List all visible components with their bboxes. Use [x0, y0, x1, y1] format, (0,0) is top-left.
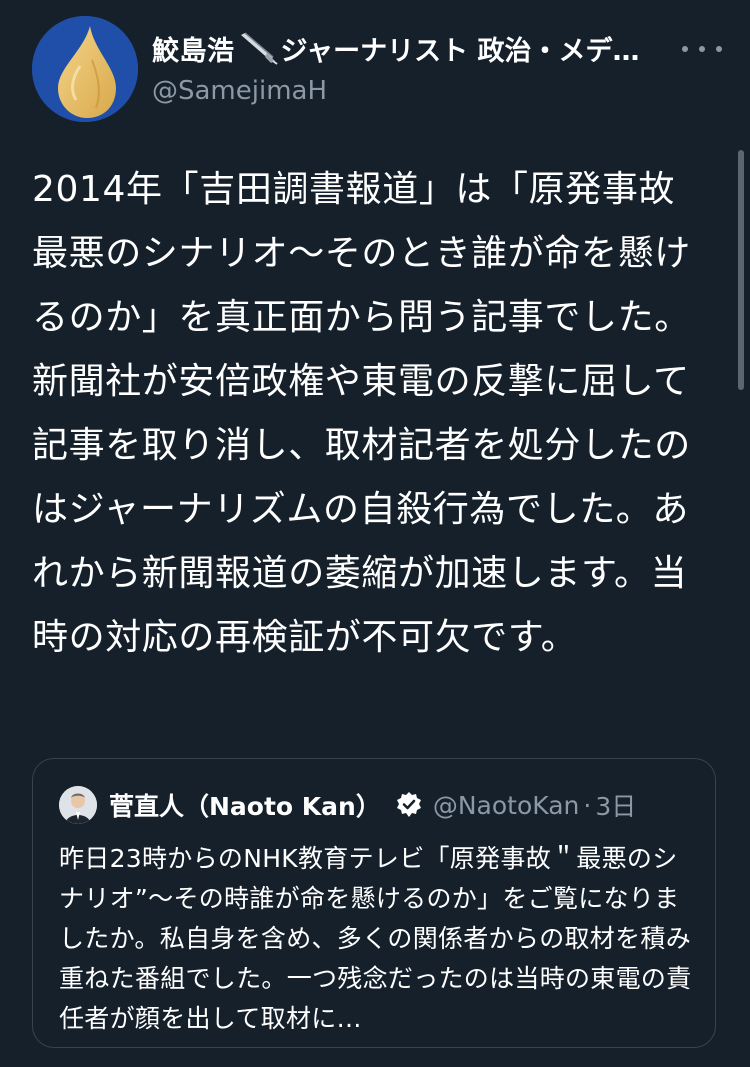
quoted-separator: · [583, 790, 592, 820]
quoted-tweet-text: 昨日23時からのNHK教育テレビ「原発事故＂最悪のシナリオ”〜その時誰が命を懸け… [59, 844, 692, 1033]
author-name-row[interactable]: 鮫島浩 ジャーナリスト 政治・メデ… [152, 28, 672, 68]
quoted-timestamp: 3日 [595, 792, 637, 821]
quoted-tweet-header: 菅直人（Naoto Kan） @NaotoKan · 3日 [59, 785, 636, 825]
more-options-icon[interactable] [682, 34, 722, 64]
quoted-author-handle: @NaotoKan [432, 790, 580, 820]
tweet-header: 鮫島浩 ジャーナリスト 政治・メデ… @SamejimaH [32, 14, 722, 124]
quoted-tweet-card[interactable]: 菅直人（Naoto Kan） @NaotoKan · 3日 昨日23時からのNH… [32, 758, 716, 1048]
author-name-suffix: ジャーナリスト 政治・メデ… [280, 35, 640, 67]
author-handle[interactable]: @SamejimaH [152, 76, 327, 106]
scrollbar[interactable] [738, 150, 744, 390]
drop-avatar-icon [32, 16, 138, 122]
quoted-author-name: 菅直人（Naoto Kan） [109, 792, 381, 821]
author-name: 鮫島浩 [152, 35, 235, 67]
tweet-page: 鮫島浩 ジャーナリスト 政治・メデ… @SamejimaH 2014年「吉田調書… [0, 0, 750, 1067]
fountain-pen-icon [237, 31, 279, 65]
quoted-author-avatar [59, 786, 97, 824]
tweet-text: 2014年「吉田調書報道」は「原発事故最悪のシナリオ〜そのとき誰が命を懸けるのか… [32, 169, 691, 658]
verified-badge-icon [395, 791, 423, 819]
author-avatar[interactable] [32, 16, 138, 122]
